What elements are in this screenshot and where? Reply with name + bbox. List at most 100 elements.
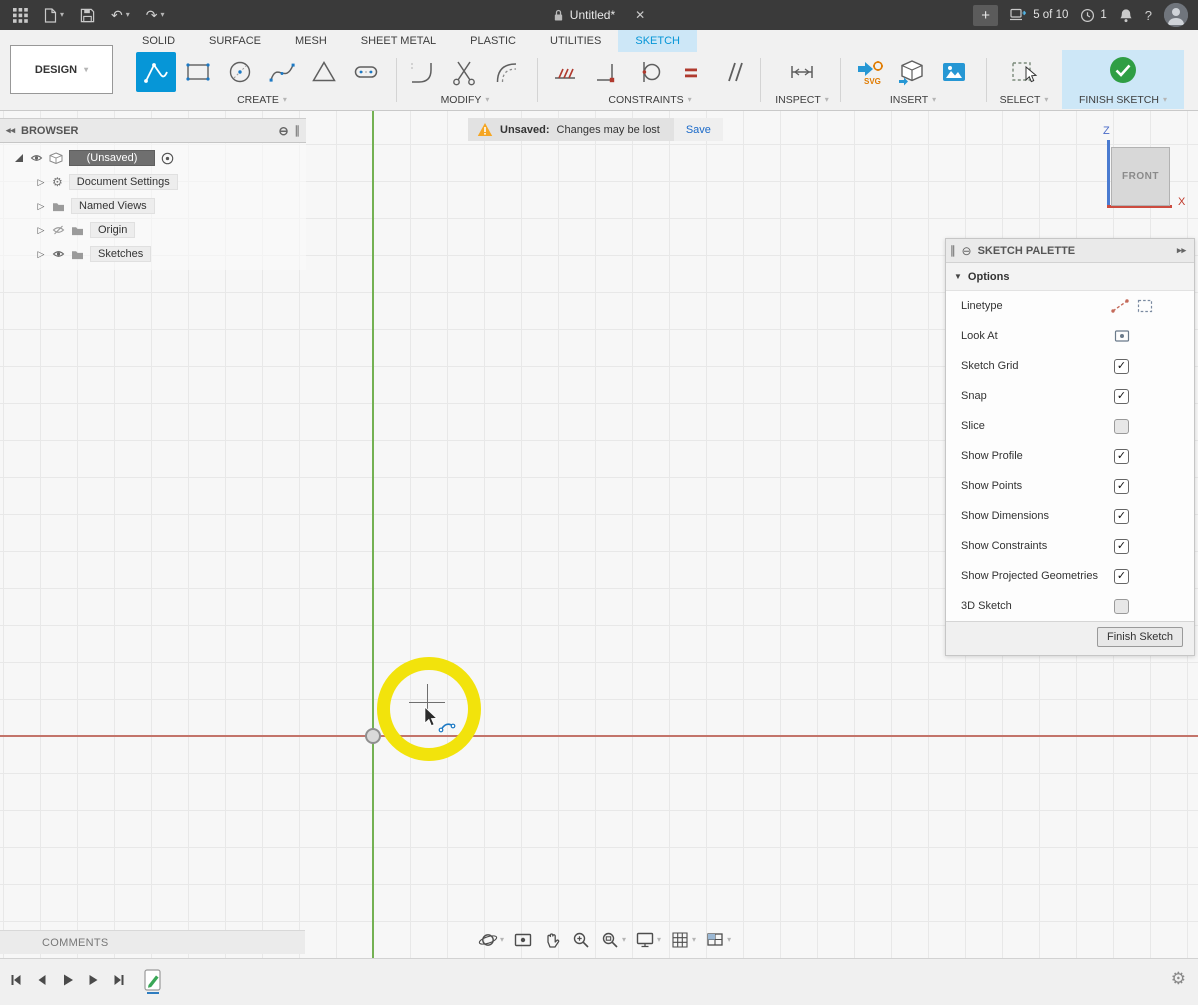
sketch-grid-checkbox[interactable]: ✓	[1114, 359, 1129, 374]
circle-tool-button[interactable]	[220, 52, 260, 92]
browser-row-named-views[interactable]: ▷ Named Views	[0, 194, 306, 218]
orbit-button[interactable]: ▾	[478, 930, 504, 950]
workspace-selector[interactable]: DESIGN ▾	[10, 45, 113, 94]
insert-canvas-button[interactable]	[934, 52, 974, 92]
expander-icon[interactable]: ▷	[36, 225, 46, 236]
redo-button[interactable]: ↷ ▾	[139, 5, 172, 25]
skip-to-end-button[interactable]	[112, 973, 127, 987]
document-tab[interactable]: Untitled* ✕	[300, 0, 898, 30]
step-forward-button[interactable]	[86, 973, 101, 987]
look-at-button[interactable]	[513, 930, 533, 950]
viewcube[interactable]: FRONT Z X	[1095, 118, 1195, 218]
finish-sketch-palette-button[interactable]: Finish Sketch	[1097, 627, 1183, 647]
equal-constraint-button[interactable]	[671, 52, 711, 92]
midpoint-constraint-button[interactable]	[545, 52, 585, 92]
visibility-off-eye-icon[interactable]	[52, 225, 65, 235]
constraints-group-dropdown[interactable]: CONSTRAINTS ▾	[545, 94, 755, 106]
display-settings-button[interactable]: ▾	[635, 930, 661, 950]
modify-group-dropdown[interactable]: MODIFY ▾	[402, 94, 528, 106]
tab-plastic[interactable]: PLASTIC	[453, 30, 533, 52]
slot-tool-button[interactable]	[346, 52, 386, 92]
help-button[interactable]: ?	[1145, 9, 1152, 22]
comments-panel[interactable]: COMMENTS	[0, 930, 305, 954]
browser-minimize-icon[interactable]: ⊖	[278, 124, 288, 138]
new-tab-button[interactable]: +	[973, 5, 998, 26]
finish-sketch-button[interactable]: FINISH SKETCH ▾	[1062, 50, 1184, 109]
zoom-button[interactable]	[571, 930, 591, 950]
browser-item-label[interactable]: Named Views	[71, 198, 155, 214]
construction-linetype-icon[interactable]	[1111, 299, 1129, 313]
tab-mesh[interactable]: MESH	[278, 30, 344, 52]
tab-sketch[interactable]: SKETCH	[618, 30, 697, 52]
browser-row-sketches[interactable]: ▷ Sketches	[0, 242, 306, 266]
tab-solid[interactable]: SOLID	[125, 30, 192, 52]
undo-button[interactable]: ↶ ▾	[104, 5, 137, 25]
look-at-plane-icon[interactable]	[1114, 329, 1130, 343]
fit-button[interactable]: ▾	[600, 930, 626, 950]
file-menu-button[interactable]: ▾	[37, 5, 71, 26]
job-status-button[interactable]: 5 of 10	[1010, 8, 1068, 22]
show-constraints-checkbox[interactable]: ✓	[1114, 539, 1129, 554]
timeline-settings-gear-icon[interactable]: ⚙	[1171, 969, 1186, 989]
visibility-eye-icon[interactable]	[52, 249, 65, 259]
visibility-eye-icon[interactable]	[30, 153, 43, 163]
slice-checkbox[interactable]	[1114, 419, 1129, 434]
browser-item-label[interactable]: Origin	[90, 222, 135, 238]
app-grid-button[interactable]	[6, 5, 35, 26]
close-tab-icon[interactable]: ✕	[635, 8, 645, 22]
save-link[interactable]: Save	[674, 118, 723, 141]
user-avatar[interactable]	[1164, 3, 1188, 27]
palette-collapse-icon[interactable]: ▸▸	[1177, 246, 1186, 255]
viewcube-front-face[interactable]: FRONT	[1111, 147, 1170, 206]
fillet-tool-button[interactable]	[402, 52, 442, 92]
show-profile-checkbox[interactable]: ✓	[1114, 449, 1129, 464]
browser-item-label[interactable]: Document Settings	[69, 174, 178, 190]
rectangle-tool-button[interactable]	[178, 52, 218, 92]
activate-component-icon[interactable]	[161, 152, 174, 165]
browser-resize-handle-icon[interactable]: ∥	[289, 124, 307, 137]
insert-mesh-button[interactable]	[892, 52, 932, 92]
show-dimensions-checkbox[interactable]: ✓	[1114, 509, 1129, 524]
skip-to-start-button[interactable]	[8, 973, 23, 987]
tab-surface[interactable]: SURFACE	[192, 30, 278, 52]
palette-drag-handle-icon[interactable]: ∥	[950, 244, 956, 257]
browser-collapse-icon[interactable]: ◂◂	[0, 126, 21, 135]
timeline-sketch-feature[interactable]	[143, 967, 163, 995]
select-tool-button[interactable]	[1004, 52, 1044, 92]
expander-icon[interactable]: ▷	[36, 177, 46, 188]
measure-tool-button[interactable]	[782, 52, 822, 92]
show-points-checkbox[interactable]: ✓	[1114, 479, 1129, 494]
centerline-linetype-icon[interactable]	[1137, 299, 1153, 313]
coincident-constraint-button[interactable]	[587, 52, 627, 92]
browser-row-root[interactable]: (Unsaved)	[0, 146, 306, 170]
create-group-dropdown[interactable]: CREATE ▾	[136, 94, 388, 106]
insert-group-dropdown[interactable]: INSERT ▾	[850, 94, 976, 106]
inspect-group-dropdown[interactable]: INSPECT ▾	[772, 94, 832, 106]
browser-row-origin[interactable]: ▷ Origin	[0, 218, 306, 242]
trim-tool-button[interactable]	[444, 52, 484, 92]
tab-utilities[interactable]: UTILITIES	[533, 30, 618, 52]
origin-point[interactable]	[365, 728, 381, 744]
step-back-button[interactable]	[34, 973, 49, 987]
parallel-constraint-button[interactable]	[713, 52, 753, 92]
grid-settings-button[interactable]: ▾	[670, 930, 696, 950]
play-button[interactable]	[60, 973, 75, 987]
save-button[interactable]	[73, 5, 102, 26]
pan-button[interactable]	[542, 930, 562, 950]
tab-sheet-metal[interactable]: SHEET METAL	[344, 30, 453, 52]
palette-options-section[interactable]: ▼ Options	[946, 263, 1194, 291]
x-axis-line[interactable]	[0, 735, 1198, 737]
expander-icon[interactable]: ▷	[36, 249, 46, 260]
tangent-constraint-button[interactable]	[629, 52, 669, 92]
insert-svg-button[interactable]: SVG	[850, 52, 890, 92]
root-document-label[interactable]: (Unsaved)	[69, 150, 155, 166]
show-projected-geometries-checkbox[interactable]: ✓	[1114, 569, 1129, 584]
y-axis-line[interactable]	[372, 110, 374, 958]
browser-item-label[interactable]: Sketches	[90, 246, 151, 262]
3d-sketch-checkbox[interactable]	[1114, 599, 1129, 614]
browser-row-document-settings[interactable]: ▷ ⚙ Document Settings	[0, 170, 306, 194]
select-group-dropdown[interactable]: SELECT ▾	[998, 94, 1050, 106]
snap-checkbox[interactable]: ✓	[1114, 389, 1129, 404]
polygon-tool-button[interactable]	[304, 52, 344, 92]
alerts-button[interactable]	[1119, 8, 1133, 23]
